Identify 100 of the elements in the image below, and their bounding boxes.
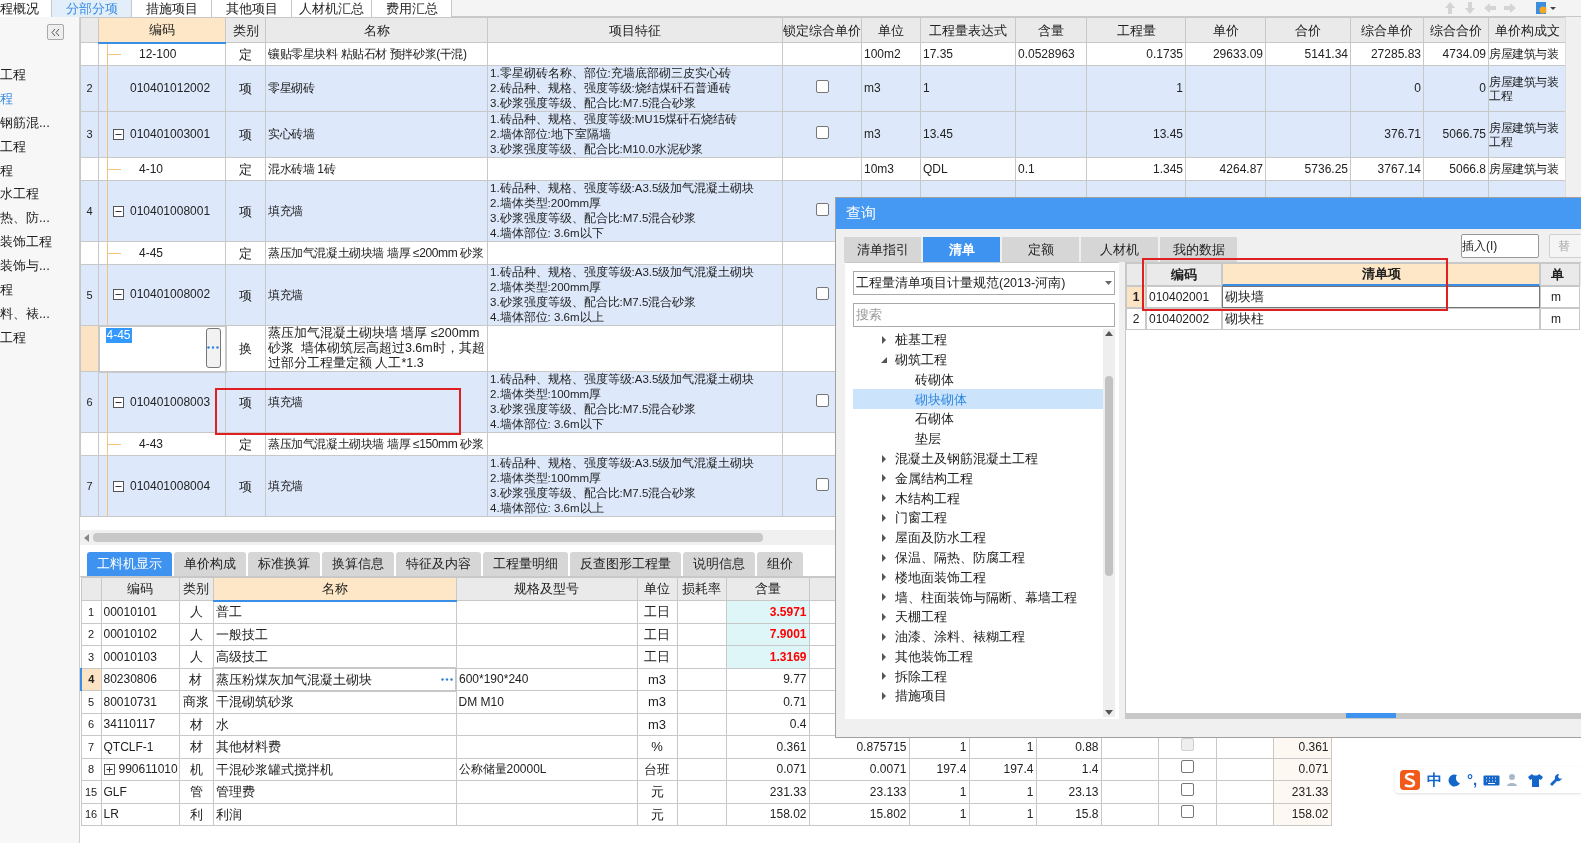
name-cell: 零星砌砖 xyxy=(268,81,315,95)
unit-cell: m3 xyxy=(647,716,667,732)
column-header[interactable]: 清单项 xyxy=(1222,263,1540,286)
tree-item[interactable]: 木结构工程 xyxy=(853,488,1103,509)
sidebar-item[interactable]: 装饰与... xyxy=(0,254,79,278)
tree-item[interactable]: 桩基工程 xyxy=(853,330,1103,350)
column-header[interactable]: 规格及型号 xyxy=(456,577,637,601)
column-header[interactable]: 工程量表达式 xyxy=(920,17,1016,43)
sidebar-item[interactable]: 料、裱... xyxy=(0,301,79,326)
module-tab[interactable]: 人材机汇总 xyxy=(292,0,372,17)
sidebar-item[interactable]: 程 xyxy=(0,278,79,302)
column-header[interactable]: 名称 xyxy=(265,17,488,43)
name-cell-text: 利润 xyxy=(215,805,242,824)
module-tab[interactable]: 费用汇总 xyxy=(372,0,452,17)
sidebar-item[interactable]: 钢筋混... xyxy=(0,110,79,135)
sidebar-item[interactable]: 程 xyxy=(0,158,79,183)
tree-item[interactable]: 油漆、涂料、裱糊工程 xyxy=(853,626,1103,647)
tree-item[interactable]: 门窗工程 xyxy=(853,508,1103,528)
sidebar-item[interactable]: 工程 xyxy=(0,325,79,350)
tree-item[interactable]: 屋面及防水工程 xyxy=(853,527,1103,548)
code-cell-text: 00010103 xyxy=(103,648,157,666)
dialog-tab[interactable]: 清单指引 xyxy=(844,237,921,262)
column-header[interactable]: 锁定综合单价 xyxy=(782,17,862,43)
column-header[interactable]: 编码 xyxy=(101,577,179,601)
name-cell-text: 干混砂浆罐式搅拌机 xyxy=(215,760,333,779)
unit-cell: 工日 xyxy=(644,649,670,664)
tree-item[interactable]: 其他装饰工程 xyxy=(853,646,1103,667)
tree-item[interactable]: 保温、隔热、防腐工程 xyxy=(853,547,1103,568)
search-field[interactable]: 搜索 xyxy=(853,303,1115,327)
insert-button[interactable]: 插入(I) xyxy=(1461,234,1539,258)
detail-tab[interactable]: 单价构成 xyxy=(174,552,246,576)
amount-cell: 0.71 xyxy=(783,694,807,709)
detail-tab[interactable]: 说明信息 xyxy=(683,552,755,576)
table-cell-text: 房屋建筑与装 xyxy=(1489,162,1559,176)
tree-item[interactable]: 砌筑工程 xyxy=(853,349,1103,370)
column-header[interactable]: 损耗率 xyxy=(677,577,726,601)
detail-tab[interactable]: 组价 xyxy=(757,552,803,576)
module-tab[interactable]: 程概况 xyxy=(0,0,52,17)
table-cell: 23.133 xyxy=(869,784,907,799)
sidebar-item[interactable]: 工程 xyxy=(0,134,79,159)
column-header[interactable]: 含量 xyxy=(726,577,809,601)
tree-item[interactable]: 石砌体 xyxy=(853,409,1103,429)
module-tab[interactable]: 其他项目 xyxy=(212,0,292,17)
name-cell-text: 高级技工 xyxy=(215,647,268,666)
column-header[interactable]: 名称 xyxy=(213,577,456,601)
ime-mode[interactable]: 中 xyxy=(1427,768,1442,792)
name-cell[interactable]: 砌块墙 xyxy=(1225,287,1264,307)
unit-cell: m3 xyxy=(647,694,667,709)
unit-cell: % xyxy=(651,739,663,754)
column-header[interactable]: 类别 xyxy=(225,17,266,43)
tree-item[interactable]: 拆除工程 xyxy=(853,666,1103,687)
column-header[interactable]: 单价 xyxy=(1185,17,1266,43)
detail-tab[interactable]: 反查图形工程量 xyxy=(570,552,681,576)
table-cell: 15.8 xyxy=(1075,807,1099,822)
type-cell: 换 xyxy=(239,341,253,356)
dialog-tab[interactable]: 人材机 xyxy=(1081,237,1158,262)
name-cell[interactable]: 砌块柱 xyxy=(1225,309,1264,329)
column-header[interactable]: 编码 xyxy=(1146,263,1222,286)
detail-tab[interactable]: 特征及内容 xyxy=(396,552,481,576)
amount-cell: 231.33 xyxy=(769,784,807,799)
amount-cell: 0.4 xyxy=(789,717,807,732)
tree-item[interactable]: 金属结构工程 xyxy=(853,468,1103,489)
column-header[interactable]: 编码 xyxy=(98,17,226,43)
dialog-tab[interactable]: 定额 xyxy=(1002,237,1079,262)
detail-tab[interactable]: 换算信息 xyxy=(322,552,394,576)
column-header[interactable]: 综合合价 xyxy=(1423,17,1489,43)
tree-item[interactable]: 混凝土及钢筋混凝土工程 xyxy=(853,448,1103,469)
column-header[interactable]: 工程量 xyxy=(1086,17,1186,43)
column-header[interactable]: 项目特征 xyxy=(487,17,783,43)
table-cell-text: 房屋建筑与装 xyxy=(1489,120,1559,135)
standard-dropdown[interactable]: 工程量清单项目计量规范(2013-河南) xyxy=(853,271,1115,295)
tree-item[interactable]: 楼地面装饰工程 xyxy=(853,567,1103,588)
table-cell: 0.071 xyxy=(1298,762,1329,777)
name-cell: 蒸压加气混凝土砌块墙 墙厚 ≤200mm 砂浆 xyxy=(268,245,484,260)
tree-item[interactable]: 砖砌体 xyxy=(853,369,1103,390)
feature-text: 1.零星砌砖名称、部位:充墙底部砌三皮实心砖 2.砖品种、规格、强度等级:烧结煤矸石普通砖 3.砂浆强度等级、配合比:M7.5混合砂浆 xyxy=(490,66,732,111)
module-tab[interactable]: 措施项目 xyxy=(132,0,212,17)
sidebar-item[interactable]: 水工程 xyxy=(0,182,79,207)
column-header[interactable]: 单 xyxy=(1540,263,1580,286)
tree-item[interactable]: 墙、柱面装饰与隔断、幕墙工程 xyxy=(853,587,1103,608)
tree-item[interactable]: 天棚工程 xyxy=(853,607,1103,627)
column-header[interactable]: 含量 xyxy=(1015,17,1087,43)
column-header[interactable]: 综合单价 xyxy=(1350,17,1424,43)
punctuation-mode[interactable]: °, xyxy=(1467,768,1478,792)
detail-tab[interactable]: 工程量明细 xyxy=(483,552,568,576)
detail-tab[interactable]: 标准换算 xyxy=(248,552,320,576)
dialog-tab[interactable]: 我的数据 xyxy=(1160,237,1237,262)
column-header[interactable]: 单位 xyxy=(861,17,921,43)
table-cell: 197.4 xyxy=(936,762,967,777)
column-header[interactable]: 类别 xyxy=(179,577,213,601)
column-header[interactable]: 合价 xyxy=(1265,17,1351,43)
tree-item[interactable]: 措施项目 xyxy=(853,686,1103,707)
sidebar-item[interactable]: 装饰工程 xyxy=(0,230,79,255)
column-header[interactable]: 单位 xyxy=(637,577,677,601)
sidebar-item[interactable]: 工程 xyxy=(0,63,79,87)
row-number: 1 xyxy=(87,605,95,618)
sidebar-item[interactable]: 热、防... xyxy=(0,206,79,231)
tree-item[interactable]: 垫层 xyxy=(853,429,1103,449)
code-cell: 010401008003 xyxy=(130,394,211,410)
unit-cell: 台班 xyxy=(644,761,670,777)
